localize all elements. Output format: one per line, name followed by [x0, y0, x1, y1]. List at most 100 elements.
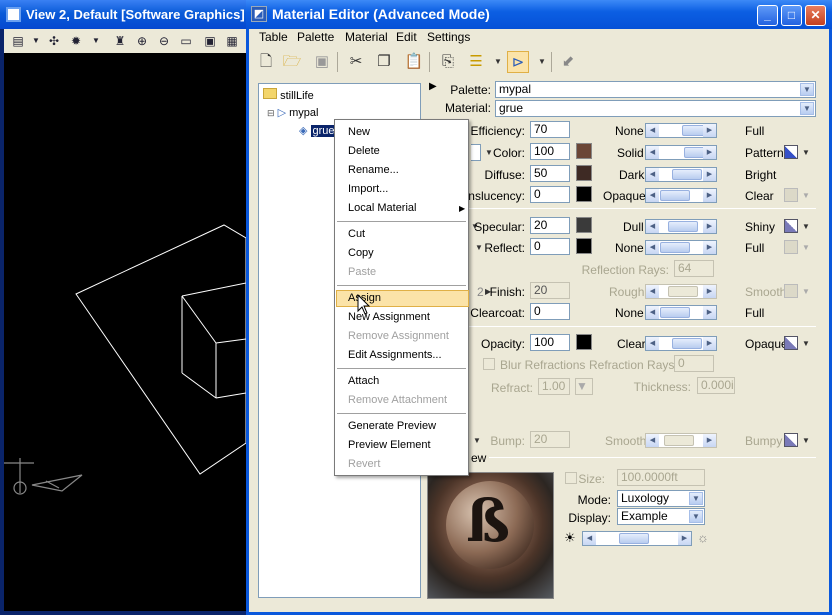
opacity-map-button[interactable] — [784, 336, 798, 350]
ctx-revert[interactable]: Revert — [348, 458, 380, 470]
efficiency-field[interactable]: 70 — [530, 121, 570, 138]
chevron-down-icon[interactable]: ▼ — [802, 243, 810, 252]
finish-slider[interactable]: ◀ ▶ — [645, 284, 717, 299]
maximize-button[interactable]: □ — [781, 5, 802, 26]
menu-edit[interactable]: Edit — [396, 30, 417, 44]
bump-map-button[interactable] — [784, 433, 798, 447]
new-icon[interactable]: 🗋 — [255, 51, 277, 73]
reflection-rays-field[interactable]: 64 — [674, 260, 714, 277]
chevron-down-icon[interactable]: ▼ — [802, 148, 810, 157]
minimize-button[interactable]: _ — [757, 5, 778, 26]
display-style-icon[interactable]: ✹ — [68, 33, 84, 49]
ctx-delete[interactable]: Delete — [348, 145, 380, 157]
translucency-slider[interactable]: ◀ ▶ — [645, 188, 717, 203]
finish-map-button[interactable] — [784, 284, 798, 298]
ctx-remove-assignment[interactable]: Remove Assignment — [348, 330, 449, 342]
material-select[interactable]: grue ▼ — [495, 100, 816, 117]
copy-view-icon[interactable]: ▦ — [224, 33, 240, 49]
color-swatch[interactable] — [576, 143, 592, 159]
zoom-in-icon[interactable]: ⊕ — [134, 33, 150, 49]
diffuse-swatch[interactable] — [576, 165, 592, 181]
diffuse-field[interactable]: 50 — [530, 165, 570, 182]
menu-settings[interactable]: Settings — [427, 30, 470, 44]
bump-slider[interactable]: ◀ ▶ — [645, 433, 717, 448]
reflect-field[interactable]: 0 — [530, 238, 570, 255]
opacity-swatch[interactable] — [576, 334, 592, 350]
menu-material[interactable]: Material — [345, 30, 388, 44]
ctx-paste[interactable]: Paste — [348, 266, 376, 278]
zoom-out-icon[interactable]: ⊖ — [156, 33, 172, 49]
specular-slider[interactable]: ◀ ▶ — [645, 219, 717, 234]
clearcoat-field[interactable]: 0 — [530, 303, 570, 320]
tree-node-root[interactable]: stillLife — [263, 88, 314, 102]
rotate-view-icon[interactable]: ✣ — [46, 33, 62, 49]
paste-icon[interactable]: 📋 — [403, 51, 425, 73]
efficiency-slider[interactable]: ◀ ▶ — [645, 123, 717, 138]
color-slider[interactable]: ◀ ▶ — [645, 145, 717, 160]
specular-map-button[interactable] — [784, 219, 798, 233]
menu-palette[interactable]: Palette — [297, 30, 334, 44]
pick-material-icon[interactable]: ⬋ — [557, 51, 579, 73]
color-checkbox[interactable] — [471, 144, 481, 161]
dropdown-arrow-icon[interactable]: ▼ — [531, 51, 553, 73]
mode-select[interactable]: Luxology ▼ — [617, 490, 705, 507]
dropdown-arrow-icon[interactable]: ▼ — [28, 33, 44, 49]
expand-arrow-icon[interactable]: ▶ — [429, 81, 437, 92]
close-button[interactable]: ✕ — [805, 5, 826, 26]
ctx-new[interactable]: New — [348, 126, 370, 138]
chevron-down-icon[interactable]: ▼ — [802, 287, 810, 296]
copy-icon[interactable]: ❐ — [373, 51, 395, 73]
diffuse-slider[interactable]: ◀ ▶ — [645, 167, 717, 182]
ctx-copy[interactable]: Copy — [348, 247, 374, 259]
thickness-field[interactable]: 0.000i — [697, 377, 735, 394]
chevron-down-icon[interactable]: ▼ — [802, 436, 810, 445]
ctx-import[interactable]: Import... — [348, 183, 388, 195]
clearcoat-slider[interactable]: ◀ ▶ — [645, 305, 717, 320]
light-intensity-slider[interactable]: ◀ ▶ — [582, 531, 692, 546]
opacity-slider[interactable]: ◀ ▶ — [645, 336, 717, 351]
save-icon[interactable]: ▣ — [311, 51, 333, 73]
fit-view-icon[interactable]: ▣ — [202, 33, 218, 49]
ctx-local-material[interactable]: Local Material — [348, 202, 416, 214]
window-area-icon[interactable]: ▭ — [178, 33, 194, 49]
opacity-field[interactable]: 100 — [530, 334, 570, 351]
reflect-swatch[interactable] — [576, 238, 592, 254]
refract-field[interactable]: 1.00 — [538, 378, 570, 395]
view-canvas[interactable] — [4, 53, 246, 611]
reflect-slider[interactable]: ◀ ▶ — [645, 240, 717, 255]
select-material-icon[interactable]: ⊳ — [507, 51, 529, 73]
translucency-swatch[interactable] — [576, 186, 592, 202]
pattern-map-button[interactable] — [784, 145, 798, 159]
translucency-map-button[interactable] — [784, 188, 798, 202]
menu-table[interactable]: Table — [259, 30, 288, 44]
translucency-field[interactable]: 0 — [530, 186, 570, 203]
chevron-down-icon[interactable]: ▼ — [802, 339, 810, 348]
ctx-cut[interactable]: Cut — [348, 228, 365, 240]
open-icon[interactable]: 🗁 — [281, 51, 303, 73]
assign-icon[interactable]: ⎘ — [437, 51, 459, 73]
tree-node-palette[interactable]: ⊟ ▷ mypal — [267, 106, 318, 119]
specular-swatch[interactable] — [576, 217, 592, 233]
tree-node-material[interactable]: ◈ grue — [299, 124, 337, 137]
material-editor-titlebar[interactable]: ◩ Material Editor (Advanced Mode) _ □ ✕ — [246, 0, 832, 29]
size-field[interactable]: 100.0000ft — [617, 469, 705, 486]
view-attributes-icon[interactable]: ▤ — [10, 33, 26, 49]
display-select[interactable]: Example ▼ — [617, 508, 705, 525]
dropdown-arrow-icon[interactable]: ▼ — [487, 51, 509, 73]
ctx-edit-assignments[interactable]: Edit Assignments... — [348, 349, 442, 361]
dropdown-arrow-icon[interactable]: ▼ — [88, 33, 104, 49]
reflect-map-button[interactable] — [784, 240, 798, 254]
view-window-titlebar[interactable]: View 2, Default [Software Graphics] — [0, 0, 246, 29]
ctx-preview-element[interactable]: Preview Element — [348, 439, 431, 451]
palette-select[interactable]: mypal ▼ — [495, 81, 816, 98]
finish-field[interactable]: 20 — [530, 282, 570, 299]
ctx-rename[interactable]: Rename... — [348, 164, 399, 176]
bump-field[interactable]: 20 — [530, 431, 570, 448]
refraction-rays-field[interactable]: 0 — [674, 355, 714, 372]
ctx-generate-preview[interactable]: Generate Preview — [348, 420, 436, 432]
ctx-attach[interactable]: Attach — [348, 375, 379, 387]
chevron-down-icon[interactable]: ▼ — [473, 436, 481, 445]
chevron-down-icon[interactable]: ▼ — [802, 222, 810, 231]
update-view-icon[interactable]: ♜ — [112, 33, 128, 49]
layers-icon[interactable]: ☰ — [465, 51, 487, 73]
